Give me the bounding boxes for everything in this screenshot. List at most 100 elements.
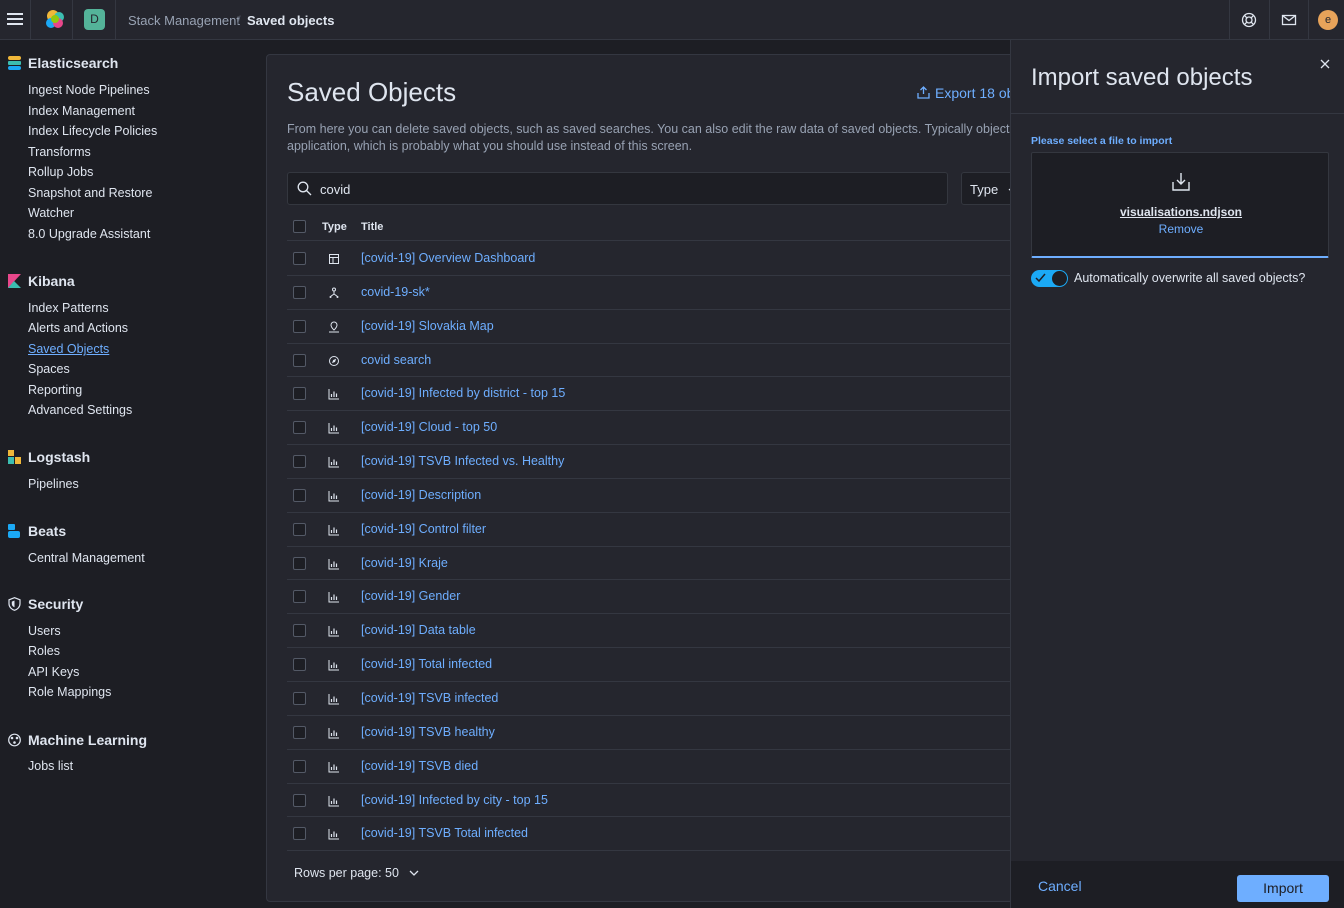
sidebar-item-rollup-jobs[interactable]: Rollup Jobs bbox=[28, 165, 93, 179]
export-label: Export 18 ob bbox=[935, 85, 1015, 101]
import-icon bbox=[1172, 173, 1190, 191]
import-button[interactable]: Import bbox=[1237, 875, 1329, 902]
space-avatar[interactable]: D bbox=[84, 9, 105, 30]
sidebar-item-reporting[interactable]: Reporting bbox=[28, 383, 82, 397]
overwrite-toggle[interactable] bbox=[1031, 270, 1068, 287]
row-title-link[interactable]: [covid-19] Infected by district - top 15 bbox=[361, 386, 565, 400]
table-row: [covid-19] Data table bbox=[287, 614, 1025, 649]
row-title-link[interactable]: [covid-19] Kraje bbox=[361, 556, 448, 570]
row-title-link[interactable]: [covid-19] Cloud - top 50 bbox=[361, 420, 497, 434]
sidebar-item-saved-objects[interactable]: Saved Objects bbox=[28, 342, 109, 356]
visualization-icon bbox=[328, 692, 340, 705]
toggle-knob bbox=[1052, 271, 1067, 286]
column-header-title[interactable]: Title bbox=[361, 221, 383, 233]
import-flyout: Import saved objects Please select a fil… bbox=[1010, 40, 1344, 908]
sidebar-item-alerts-and-actions[interactable]: Alerts and Actions bbox=[28, 321, 128, 335]
row-title-link[interactable]: [covid-19] TSVB Infected vs. Healthy bbox=[361, 454, 564, 468]
export-button[interactable]: Export 18 ob bbox=[917, 85, 1014, 101]
close-icon[interactable] bbox=[1318, 57, 1332, 71]
row-checkbox[interactable] bbox=[293, 488, 306, 502]
visualization-icon bbox=[328, 421, 340, 434]
row-checkbox[interactable] bbox=[293, 691, 306, 705]
row-checkbox[interactable] bbox=[293, 827, 306, 841]
remove-file-button[interactable]: Remove bbox=[1032, 222, 1330, 236]
sidebar-item-index-management[interactable]: Index Management bbox=[28, 104, 135, 118]
row-checkbox[interactable] bbox=[293, 285, 306, 299]
row-checkbox[interactable] bbox=[293, 353, 306, 367]
sidebar-item-spaces[interactable]: Spaces bbox=[28, 362, 70, 376]
select-all-checkbox[interactable] bbox=[293, 220, 306, 233]
map-icon bbox=[328, 320, 340, 333]
visualization-icon bbox=[328, 455, 340, 468]
row-title-link[interactable]: [covid-19] TSVB died bbox=[361, 759, 478, 773]
sidebar-item-pipelines[interactable]: Pipelines bbox=[28, 477, 79, 491]
sidebar-item-snapshot-and-restore[interactable]: Snapshot and Restore bbox=[28, 186, 152, 200]
sidebar-item-advanced-settings[interactable]: Advanced Settings bbox=[28, 403, 132, 417]
row-checkbox[interactable] bbox=[293, 421, 306, 435]
row-title-link[interactable]: [covid-19] Gender bbox=[361, 589, 460, 603]
mail-icon[interactable] bbox=[1281, 12, 1297, 28]
divider bbox=[115, 0, 116, 40]
table-row: [covid-19] TSVB Total infected bbox=[287, 817, 1025, 852]
sidebar-item-users[interactable]: Users bbox=[28, 624, 61, 638]
row-checkbox[interactable] bbox=[293, 725, 306, 739]
visualization-icon bbox=[328, 658, 340, 671]
dashboard-icon bbox=[328, 252, 340, 264]
divider bbox=[1229, 0, 1230, 40]
visualization-icon bbox=[328, 760, 340, 773]
row-title-link[interactable]: [covid-19] Control filter bbox=[361, 522, 486, 536]
file-picker[interactable]: visualisations.ndjson Remove bbox=[1031, 152, 1329, 258]
overwrite-label: Automatically overwrite all saved object… bbox=[1074, 271, 1306, 285]
row-title-link[interactable]: [covid-19] Slovakia Map bbox=[361, 319, 494, 333]
visualization-icon bbox=[328, 624, 340, 637]
visualization-icon bbox=[328, 794, 340, 806]
row-title-link[interactable]: [covid-19] Infected by city - top 15 bbox=[361, 793, 548, 807]
row-checkbox[interactable] bbox=[293, 658, 306, 672]
help-icon[interactable] bbox=[1241, 12, 1257, 28]
menu-icon[interactable] bbox=[7, 11, 23, 27]
row-checkbox[interactable] bbox=[293, 590, 306, 604]
row-title-link[interactable]: [covid-19] TSVB healthy bbox=[361, 725, 495, 739]
sidebar-item-roles[interactable]: Roles bbox=[28, 644, 60, 658]
row-title-link[interactable]: [covid-19] Overview Dashboard bbox=[361, 251, 535, 265]
row-title-link[interactable]: covid search bbox=[361, 353, 431, 367]
rows-per-page-button[interactable]: Rows per page: 50 bbox=[294, 866, 419, 880]
row-checkbox[interactable] bbox=[293, 759, 306, 773]
row-checkbox[interactable] bbox=[293, 455, 306, 469]
row-checkbox[interactable] bbox=[293, 522, 306, 536]
row-title-link[interactable]: [covid-19] Total infected bbox=[361, 657, 492, 671]
sidebar-item-watcher[interactable]: Watcher bbox=[28, 206, 74, 220]
search-input[interactable] bbox=[320, 180, 920, 198]
sidebar-item-index-patterns[interactable]: Index Patterns bbox=[28, 301, 109, 315]
row-checkbox[interactable] bbox=[293, 319, 306, 333]
sidebar-item-upgrade-assistant[interactable]: 8.0 Upgrade Assistant bbox=[28, 227, 150, 241]
user-avatar[interactable]: e bbox=[1318, 10, 1338, 30]
breadcrumb-stack-management[interactable]: Stack Management bbox=[128, 13, 240, 28]
elasticsearch-icon bbox=[8, 56, 21, 70]
row-checkbox[interactable] bbox=[293, 793, 306, 807]
row-checkbox[interactable] bbox=[293, 387, 306, 401]
sidebar-item-index-lifecycle-policies[interactable]: Index Lifecycle Policies bbox=[28, 124, 157, 138]
elastic-logo-icon[interactable] bbox=[44, 8, 66, 30]
cancel-button[interactable]: Cancel bbox=[1038, 878, 1082, 894]
sidebar-item-central-management[interactable]: Central Management bbox=[28, 551, 145, 565]
sidebar-item-api-keys[interactable]: API Keys bbox=[28, 665, 79, 679]
page-title: Saved Objects bbox=[287, 77, 457, 107]
row-checkbox[interactable] bbox=[293, 252, 306, 265]
row-title-link[interactable]: [covid-19] Description bbox=[361, 488, 481, 502]
row-title-link[interactable]: [covid-19] TSVB infected bbox=[361, 691, 498, 705]
sidebar-item-jobs-list[interactable]: Jobs list bbox=[28, 759, 73, 773]
row-title-link[interactable]: covid-19-sk* bbox=[361, 285, 430, 299]
section-title-security: Security bbox=[28, 596, 84, 612]
sidebar-item-ingest-node-pipelines[interactable]: Ingest Node Pipelines bbox=[28, 83, 150, 97]
divider bbox=[30, 0, 31, 40]
sidebar-item-transforms[interactable]: Transforms bbox=[28, 145, 91, 159]
column-header-type[interactable]: Type bbox=[322, 221, 347, 233]
sidebar-item-role-mappings[interactable]: Role Mappings bbox=[28, 685, 111, 699]
row-title-link[interactable]: [covid-19] Data table bbox=[361, 623, 476, 637]
visualization-icon bbox=[328, 590, 340, 603]
row-checkbox[interactable] bbox=[293, 556, 306, 570]
table-row: [covid-19] Total infected bbox=[287, 648, 1025, 682]
row-checkbox[interactable] bbox=[293, 624, 306, 638]
row-title-link[interactable]: [covid-19] TSVB Total infected bbox=[361, 826, 528, 840]
